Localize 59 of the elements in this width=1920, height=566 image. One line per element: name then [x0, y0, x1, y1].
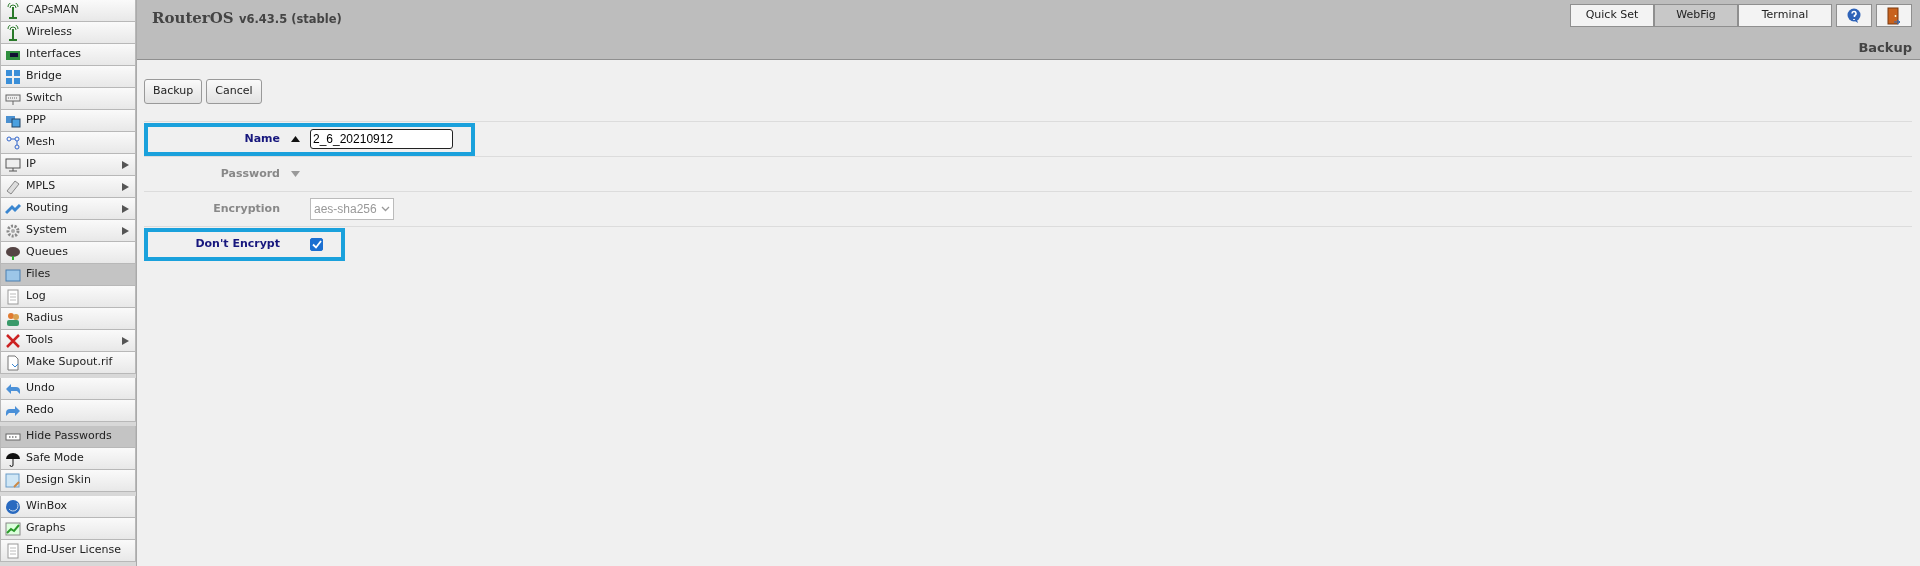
mode-tab[interactable]: WebFig — [1654, 4, 1738, 27]
bridge-icon — [5, 68, 21, 85]
sidebar-item[interactable]: Hide Passwords — [0, 426, 136, 448]
sidebar-item[interactable]: Redo — [0, 400, 136, 422]
mode-tab[interactable]: Quick Set — [1570, 4, 1654, 27]
door-icon — [1887, 6, 1901, 25]
sidebar-item[interactable]: Safe Mode — [0, 448, 136, 470]
sidebar-item[interactable]: Routing — [0, 198, 136, 220]
sidebar-item[interactable]: Undo — [0, 378, 136, 400]
checkbox[interactable] — [310, 237, 323, 251]
file-icon — [5, 354, 21, 371]
field-label: Encryption — [212, 200, 280, 217]
sidebar-item[interactable]: Mesh — [0, 132, 136, 154]
mesh-icon — [5, 134, 21, 151]
field-label: Don't Encrypt — [194, 235, 280, 252]
tools-icon — [5, 332, 21, 349]
antenna-icon — [5, 2, 21, 19]
sidebar-item[interactable]: Log — [0, 286, 136, 308]
product-name: RouterOS — [152, 9, 234, 27]
document-icon — [5, 288, 21, 305]
folder-icon — [5, 266, 21, 283]
sidebar-item[interactable]: Tools — [0, 330, 136, 352]
sidebar-item[interactable]: MPLS — [0, 176, 136, 198]
sidebar-item[interactable]: End-User License — [0, 540, 136, 562]
field-label: Password — [219, 165, 280, 182]
sidebar-item[interactable]: CAPsMAN — [0, 0, 136, 22]
action-button[interactable]: Backup — [144, 79, 203, 104]
sidebar-item[interactable]: Switch — [0, 88, 136, 110]
help-button[interactable] — [1836, 4, 1872, 27]
sidebar-item[interactable]: Wireless — [0, 22, 136, 44]
sidebar-item[interactable]: WinBox — [0, 496, 136, 518]
sidebar-item[interactable]: Design Skin — [0, 470, 136, 492]
logout-button[interactable] — [1876, 4, 1912, 27]
help-icon — [1846, 7, 1862, 24]
sidebar-item[interactable]: IP — [0, 154, 136, 176]
users-icon — [5, 310, 21, 327]
sidebar-item[interactable]: Bridge — [0, 66, 136, 88]
sidebar-item[interactable]: PPP — [0, 110, 136, 132]
chart-icon — [5, 520, 21, 537]
sidebar-item[interactable]: Files — [0, 264, 136, 286]
mode-tab[interactable]: Terminal — [1738, 4, 1832, 27]
sidebar-item[interactable]: Radius — [0, 308, 136, 330]
page-title: Backup — [1858, 38, 1912, 57]
document-icon — [5, 542, 21, 559]
sidebar-item[interactable]: Graphs — [0, 518, 136, 540]
name-field[interactable]: 2_6_20210912 — [310, 129, 453, 149]
ip-icon — [5, 156, 21, 173]
field-label: Name — [243, 130, 280, 147]
chevron-down-icon — [380, 206, 390, 212]
sidebar-item[interactable]: System — [0, 220, 136, 242]
action-button[interactable]: Cancel — [206, 79, 262, 104]
umbrella-icon — [5, 450, 21, 467]
sidebar-item[interactable]: Interfaces — [0, 44, 136, 66]
gear-icon — [5, 222, 21, 239]
antenna-icon — [5, 24, 21, 41]
sidebar-item[interactable]: Queues — [0, 242, 136, 264]
collapse-arrow-icon[interactable] — [290, 136, 300, 142]
version-text: v6.43.5 (stable) — [238, 12, 342, 26]
sidebar-item[interactable]: Make Supout.rif — [0, 352, 136, 374]
